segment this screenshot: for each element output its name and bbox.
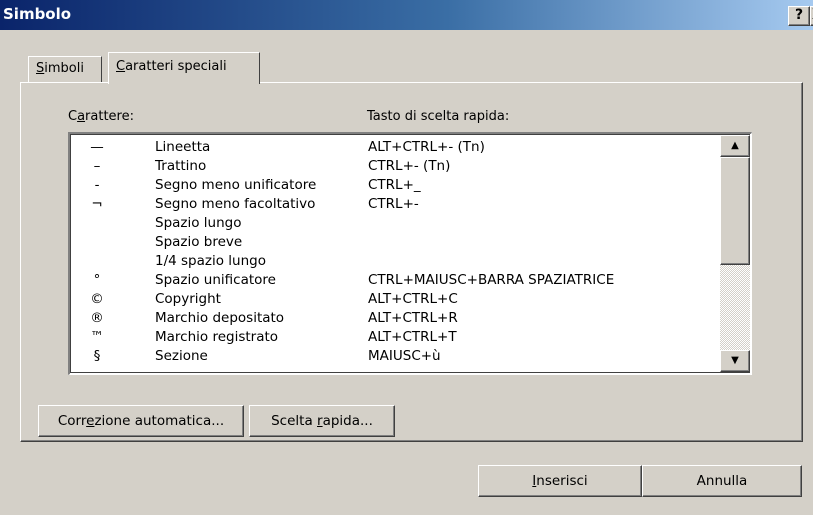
scroll-thumb[interactable] xyxy=(720,157,750,265)
window-title: Simbolo xyxy=(3,5,72,23)
symbol-name: Marchio registrato xyxy=(155,329,279,345)
symbol-name: Spazio breve xyxy=(155,234,243,250)
symbol-shortcut: ALT+CTRL+T xyxy=(368,329,457,345)
cancel-button[interactable]: Annulla xyxy=(642,465,802,497)
symbol-name: Segno meno facoltativo xyxy=(155,196,316,212)
special-characters-list[interactable]: — Lineetta ALT+CTRL+- (Tn) – Trattino CT… xyxy=(68,132,752,375)
list-item[interactable]: Spazio breve xyxy=(70,233,720,251)
symbol-shortcut: MAIUSC+ù xyxy=(368,348,441,364)
tab-simboli[interactable]: Simboli xyxy=(28,56,102,82)
symbol-shortcut: CTRL+- (Tn) xyxy=(368,158,451,174)
symbol-glyph: ° xyxy=(93,272,101,288)
symbol-name: Lineetta xyxy=(155,139,211,155)
symbol-shortcut: CTRL+_ xyxy=(368,177,421,193)
title-bar: Simbolo ? X xyxy=(0,0,813,30)
autocorrect-label-pre: Corr xyxy=(57,413,87,429)
list-item[interactable]: ¬ Segno meno facoltativo CTRL+- xyxy=(70,195,720,213)
header-char-post: rattere: xyxy=(85,109,134,124)
symbol-name: Segno meno unificatore xyxy=(155,177,317,193)
symbol-shortcut: CTRL+MAIUSC+BARRA SPAZIATRICE xyxy=(368,272,615,288)
list-item[interactable]: – Trattino CTRL+- (Tn) xyxy=(70,157,720,175)
symbol-shortcut: CTRL+- xyxy=(368,196,419,212)
tab-caratteri-speciali[interactable]: Caratteri speciali xyxy=(108,52,260,84)
column-header-character: Carattere: xyxy=(68,109,134,124)
symbol-glyph: ™ xyxy=(90,329,104,345)
list-item[interactable]: § Sezione MAIUSC+ù xyxy=(70,347,720,365)
symbol-glyph: © xyxy=(90,291,104,307)
symbol-glyph: — xyxy=(90,139,104,155)
symbol-name: Copyright xyxy=(155,291,221,307)
header-char-accel: a xyxy=(77,109,86,124)
symbol-glyph: § xyxy=(93,348,101,364)
list-item[interactable]: - Segno meno unificatore CTRL+_ xyxy=(70,176,720,194)
arrow-down-icon: ▼ xyxy=(731,355,739,366)
symbol-glyph: ¬ xyxy=(91,196,103,212)
symbol-shortcut: ALT+CTRL+C xyxy=(368,291,458,307)
autocorrect-button[interactable]: Correzione automatica... xyxy=(38,405,244,437)
list-item[interactable]: Spazio lungo xyxy=(70,214,720,232)
list-item[interactable]: © Copyright ALT+CTRL+C xyxy=(70,290,720,308)
list-item[interactable]: ™ Marchio registrato ALT+CTRL+T xyxy=(70,328,720,346)
tab-speciali-label: aratteri speciali xyxy=(125,59,227,74)
symbol-glyph: – xyxy=(93,158,101,174)
list-item[interactable]: 1/4 spazio lungo xyxy=(70,252,720,270)
list-item[interactable]: ° Spazio unificatore CTRL+MAIUSC+BARRA S… xyxy=(70,271,720,289)
arrow-up-icon: ▲ xyxy=(731,140,739,151)
symbol-name: Spazio unificatore xyxy=(155,272,276,288)
help-button[interactable]: ? xyxy=(788,6,810,26)
symbol-glyph: ® xyxy=(90,310,104,326)
column-header-shortcut: Tasto di scelta rapida: xyxy=(367,109,510,124)
insert-button[interactable]: Inserisci xyxy=(478,465,642,497)
symbol-name: 1/4 spazio lungo xyxy=(155,253,266,269)
header-char-pre: C xyxy=(68,109,78,124)
list-item[interactable]: — Lineetta ALT+CTRL+- (Tn) xyxy=(70,138,720,156)
tab-simboli-label: imboli xyxy=(44,61,84,76)
symbol-name: Spazio lungo xyxy=(155,215,242,231)
symbol-glyph: - xyxy=(94,177,100,193)
autocorrect-label-post: zione automatica... xyxy=(94,413,225,429)
symbol-name: Marchio depositato xyxy=(155,310,285,326)
scroll-up-button[interactable]: ▲ xyxy=(720,135,750,157)
shortcut-label-pre: Scelta xyxy=(271,413,318,429)
insert-label: nserisci xyxy=(536,473,588,489)
list-item[interactable]: ® Marchio depositato ALT+CTRL+R xyxy=(70,309,720,327)
scroll-down-button[interactable]: ▼ xyxy=(720,350,750,372)
tab-speciali-accel: C xyxy=(116,59,126,74)
symbol-name: Sezione xyxy=(155,348,208,364)
symbol-name: Trattino xyxy=(155,158,207,174)
list-scrollbar[interactable]: ▲ ▼ xyxy=(720,135,750,372)
symbol-shortcut: ALT+CTRL+- (Tn) xyxy=(368,139,485,155)
symbol-shortcut: ALT+CTRL+R xyxy=(368,310,458,326)
shortcut-key-button[interactable]: Scelta rapida... xyxy=(249,405,395,437)
shortcut-label-post: apida... xyxy=(322,413,373,429)
